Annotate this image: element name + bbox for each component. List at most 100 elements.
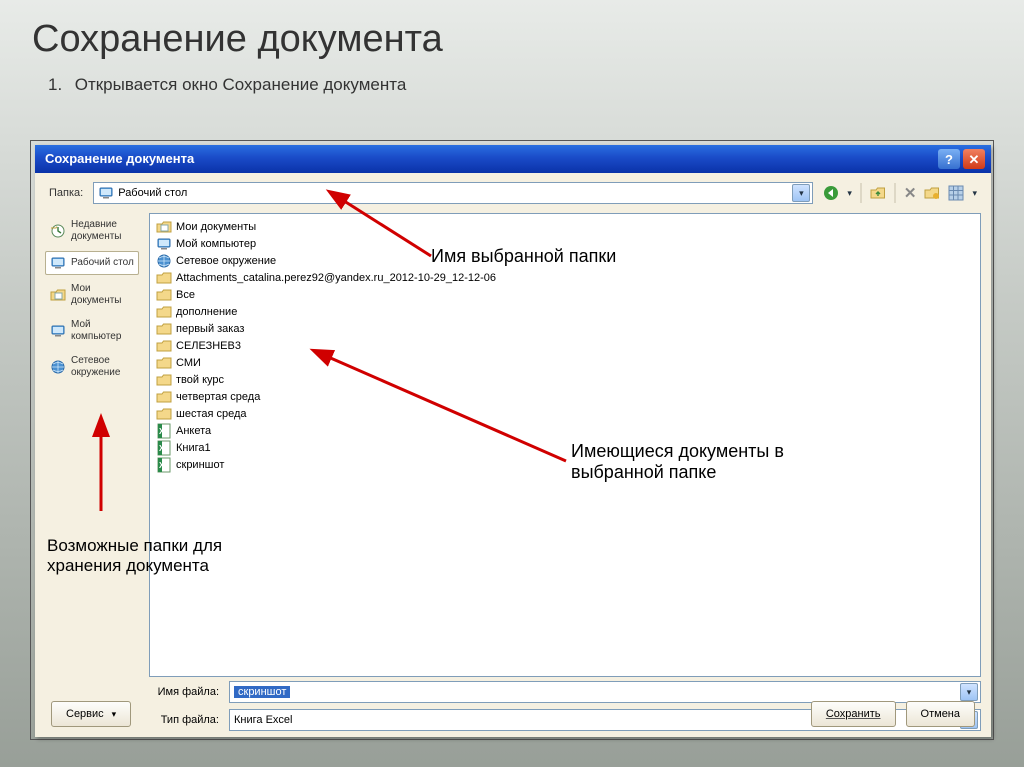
views-icon[interactable] [948, 185, 964, 201]
filetype-label: Тип файла: [149, 714, 229, 726]
annotation-line: Имеющиеся документы в [571, 441, 784, 462]
file-label: первый заказ [176, 323, 244, 335]
filename-label: Имя файла: [149, 686, 229, 698]
service-button[interactable]: Сервис ▾ [51, 701, 131, 727]
slide: Сохранение документа 1. Открывается окно… [0, 0, 1024, 767]
slide-title: Сохранение документа [32, 18, 994, 61]
file-label: шестая среда [176, 408, 247, 420]
file-item[interactable]: XКнига1 [156, 439, 974, 456]
file-item[interactable]: Attachments_catalina.perez92@yandex.ru_2… [156, 269, 974, 286]
file-label: скриншот [176, 459, 224, 471]
file-label: Attachments_catalina.perez92@yandex.ru_2… [176, 272, 496, 284]
place-item[interactable]: Рабочий стол [45, 251, 139, 275]
annotation-line: Возможные папки для [47, 536, 222, 556]
excel-icon: X [156, 423, 172, 439]
dialog-body: Недавние документы Рабочий стол Мои докуме… [35, 213, 991, 737]
file-label: Анкета [176, 425, 211, 437]
excel-icon: X [156, 440, 172, 456]
main-area: Мои документыМой компьютерСетевое окруже… [145, 213, 991, 737]
separator [860, 183, 862, 203]
file-item[interactable]: шестая среда [156, 405, 974, 422]
annotation-line: хранения документа [47, 556, 222, 576]
filename-input[interactable]: скриншот ▾ [229, 681, 981, 703]
folder-icon [156, 406, 172, 422]
place-label: Сетевое окружение [71, 355, 134, 379]
svg-text:X: X [159, 444, 165, 453]
file-item[interactable]: СЕЛЕЗНЕВ3 [156, 337, 974, 354]
file-item[interactable]: Мои документы [156, 218, 974, 235]
back-icon[interactable] [823, 185, 839, 201]
svg-text:X: X [159, 427, 165, 436]
desktop-icon [98, 185, 114, 201]
new-folder-icon[interactable] [924, 185, 940, 201]
cancel-button[interactable]: Отмена [906, 701, 975, 727]
file-item[interactable]: четвертая среда [156, 388, 974, 405]
place-item[interactable]: Сетевое окружение [45, 351, 139, 383]
folder-icon [156, 270, 172, 286]
annotation-possible-folders: Возможные папки для хранения документа [47, 536, 222, 576]
computer-icon [156, 236, 172, 252]
folder-combo-value: Рабочий стол [118, 187, 187, 199]
filetype-value: Книга Excel [234, 714, 292, 726]
service-button-wrap: Сервис ▾ [51, 701, 131, 727]
file-list[interactable]: Мои документыМой компьютерСетевое окруже… [149, 213, 981, 677]
folder-icon [156, 304, 172, 320]
excel-icon: X [156, 457, 172, 473]
place-item[interactable]: Мой компьютер [45, 315, 139, 347]
chevron-down-icon[interactable]: ▾ [960, 683, 978, 701]
annotation-folder-name: Имя выбранной папки [431, 246, 616, 267]
close-button[interactable]: ✕ [963, 149, 985, 169]
file-label: четвертая среда [176, 391, 260, 403]
file-item[interactable]: Все [156, 286, 974, 303]
place-label: Мой компьютер [71, 319, 134, 343]
up-folder-icon[interactable] [870, 185, 886, 201]
save-as-dialog: Сохранение документа ? ✕ Папка: Рабочий … [35, 145, 991, 737]
file-item[interactable]: X Анкета [156, 422, 974, 439]
folder-icon [156, 321, 172, 337]
slide-bullet: 1. Открывается окно Сохранение документа [48, 75, 994, 95]
folder-icon [156, 355, 172, 371]
back-dropdown-icon[interactable]: ▾ [847, 188, 852, 199]
save-button[interactable]: Сохранить [811, 701, 896, 727]
file-label: Сетевое окружение [176, 255, 276, 267]
separator [894, 183, 896, 203]
folder-icon [156, 287, 172, 303]
file-label: СМИ [176, 357, 201, 369]
help-button[interactable]: ? [938, 149, 960, 169]
dialog-screenshot-frame: Сохранение документа ? ✕ Папка: Рабочий … [30, 140, 994, 740]
toolbar-icons: ▾ ✕ ▾ [823, 183, 977, 203]
file-item[interactable]: Xскриншот [156, 456, 974, 473]
place-item[interactable]: Мои документы [45, 279, 139, 311]
file-item[interactable]: первый заказ [156, 320, 974, 337]
service-button-label: Сервис [66, 708, 104, 720]
mydocs-icon [50, 287, 66, 303]
place-label: Мои документы [71, 283, 134, 307]
views-dropdown-icon[interactable]: ▾ [972, 188, 977, 199]
file-item[interactable]: дополнение [156, 303, 974, 320]
mydocs-icon [156, 219, 172, 235]
file-item[interactable]: твой курс [156, 371, 974, 388]
svg-text:X: X [159, 461, 165, 470]
file-label: дополнение [176, 306, 237, 318]
save-button-label: Сохранить [826, 708, 881, 720]
dialog-titlebar[interactable]: Сохранение документа ? ✕ [35, 145, 991, 173]
folder-icon [156, 372, 172, 388]
folder-icon [156, 389, 172, 405]
network-icon [50, 359, 66, 375]
list-number: 1. [48, 75, 70, 95]
chevron-down-icon[interactable]: ▾ [792, 184, 810, 202]
computer-icon [50, 323, 66, 339]
annotation-existing-docs: Имеющиеся документы в выбранной папке [571, 441, 784, 483]
place-item[interactable]: Недавние документы [45, 215, 139, 247]
file-label: Мои документы [176, 221, 256, 233]
chevron-down-icon: ▾ [112, 709, 117, 720]
dialog-buttons: Сохранить Отмена [811, 701, 975, 727]
place-label: Рабочий стол [71, 257, 134, 269]
folder-combo[interactable]: Рабочий стол ▾ [93, 182, 813, 204]
file-label: твой курс [176, 374, 224, 386]
folder-label: Папка: [49, 187, 83, 199]
network-icon [156, 253, 172, 269]
file-item[interactable]: СМИ [156, 354, 974, 371]
dialog-title: Сохранение документа [45, 145, 935, 173]
delete-icon[interactable]: ✕ [904, 184, 917, 202]
